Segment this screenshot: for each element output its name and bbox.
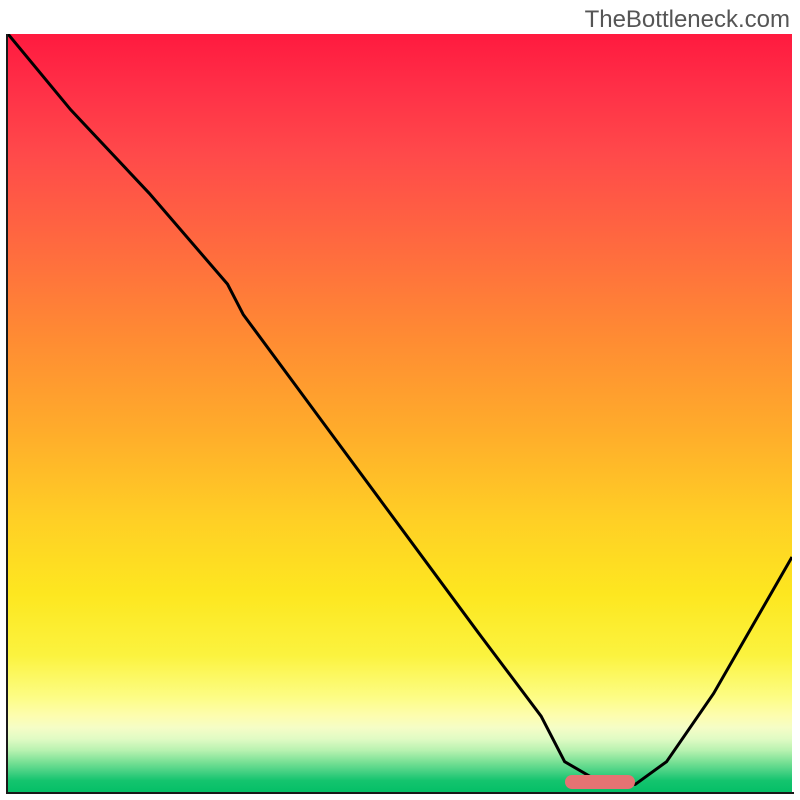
plot-area <box>8 34 792 792</box>
watermark-text: TheBottleneck.com <box>585 6 790 34</box>
bottleneck-chart: TheBottleneck.com <box>0 0 800 800</box>
bottleneck-curve <box>8 34 792 792</box>
optimal-range-marker <box>565 775 636 789</box>
x-axis <box>6 792 794 794</box>
curve-path <box>8 34 792 784</box>
y-axis <box>6 34 8 792</box>
